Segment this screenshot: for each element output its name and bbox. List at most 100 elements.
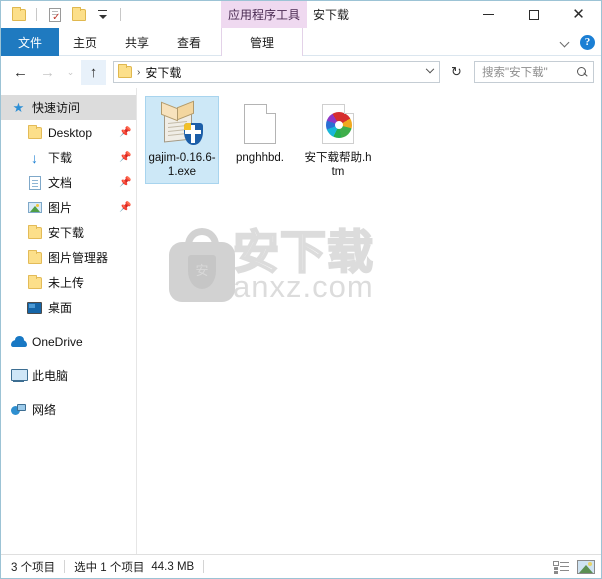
sidebar-item-label: 桌面 [48,301,73,315]
explorer-body: ★ 快速访问 Desktop 📌 ↓ 下载 📌 文档 📌 图片 📌 安下载 图片… [1,88,601,554]
sidebar-item-label: 未上传 [48,276,85,290]
sidebar-item-label: 此电脑 [32,369,69,383]
computer-icon [10,367,28,384]
tab-manage[interactable]: 管理 [221,28,303,56]
window-controls: ✕ [466,1,601,28]
sidebar-item-this-pc[interactable]: 此电脑 [1,363,136,388]
sidebar-group-gap-3 [1,388,136,397]
sidebar-item-label: 下载 [48,151,73,165]
file-name-label: gajim-0.16.6-1.exe [148,152,216,178]
window-title: 安下载 [313,8,350,22]
network-icon [10,401,27,418]
desktop-icon [26,299,43,316]
toolbar-separator [36,8,37,21]
breadcrumb[interactable]: › 安下载 [113,61,440,83]
file-name-label: pnghhbd. [236,152,284,164]
help-icon[interactable]: ? [580,34,595,50]
picture-icon [26,199,43,216]
tab-home[interactable]: 主页 [59,28,111,56]
expand-ribbon-chevron-down-icon[interactable] [561,38,570,47]
view-mode-buttons [553,559,595,574]
site-watermark: 安 安下载 anxz.com [165,206,429,322]
title-bar: 应用程序工具 安下载 ✕ [1,1,601,28]
status-separator [64,560,66,573]
recent-locations-chevron-down-icon[interactable]: ⌄ [62,60,79,85]
search-placeholder: 搜索"安下载" [482,67,548,79]
pin-icon[interactable]: 📌 [119,127,131,138]
sidebar-item-label: 文档 [48,176,73,190]
sidebar-item-onedrive[interactable]: OneDrive [1,329,136,354]
sidebar-item-label: 安下载 [48,226,85,240]
large-icons-view-icon[interactable] [577,559,595,574]
details-view-icon[interactable] [553,560,569,574]
file-item-html-doc[interactable]: 安下载帮助.htm [301,96,375,184]
sidebar-item-anxiazai[interactable]: 安下载 [1,220,136,245]
status-selection-count: 选中 1 个项目 [74,561,145,574]
navigation-pane: ★ 快速访问 Desktop 📌 ↓ 下载 📌 文档 📌 图片 📌 安下载 图片… [1,88,137,554]
sidebar-item-desktop-en[interactable]: Desktop 📌 [1,120,136,145]
back-arrow-icon[interactable]: ← [8,60,33,85]
watermark-logo-icon: 安 [165,224,239,304]
sidebar-item-picture-manager[interactable]: 图片管理器 [1,245,136,270]
sidebar-item-not-uploaded[interactable]: 未上传 [1,270,136,295]
tab-share[interactable]: 共享 [111,28,163,56]
sidebar-item-desktop-cn[interactable]: 桌面 [1,295,136,320]
installer-package-icon [157,100,207,148]
file-list-pane[interactable]: gajim-0.16.6-1.exe pnghhbd. 安下载帮助.htm 安 … [137,88,601,554]
quick-access-toolbar [1,5,124,24]
toolbar-separator-2 [120,8,121,21]
sidebar-item-label: Desktop [48,125,93,140]
folder-icon [26,274,43,291]
download-icon: ↓ [31,149,38,166]
folder-icon [26,224,43,241]
pin-icon[interactable]: 📌 [119,177,131,188]
new-folder-icon[interactable] [69,5,88,24]
close-button[interactable]: ✕ [556,1,601,28]
folder-icon[interactable] [9,5,28,24]
ribbon-actions: ? [561,28,595,56]
pin-icon[interactable]: 📌 [119,202,131,213]
search-icon [577,66,588,78]
contextual-tab-group-label: 应用程序工具 [221,1,308,28]
folder-icon [118,64,132,78]
document-icon [26,174,43,191]
up-arrow-icon[interactable]: ↑ [81,59,106,85]
ribbon-tab-bar: 文件 主页 共享 查看 管理 ? [1,28,601,56]
forward-arrow-icon[interactable]: → [35,60,60,85]
tab-file[interactable]: 文件 [1,28,60,56]
search-input[interactable]: 搜索"安下载" [474,61,594,83]
maximize-button[interactable] [511,1,556,28]
properties-icon[interactable] [45,5,64,24]
star-icon: ★ [12,99,25,115]
file-item-installer[interactable]: gajim-0.16.6-1.exe [145,96,219,184]
status-separator-2 [203,560,205,573]
sidebar-item-quick-access[interactable]: ★ 快速访问 [1,95,136,120]
pin-icon[interactable]: 📌 [119,152,131,163]
sidebar-item-documents[interactable]: 文档 📌 [1,170,136,195]
watermark-text: 安下载 anxz.com [232,225,429,304]
breadcrumb-current-folder: 安下载 [145,65,182,80]
status-item-count: 3 个项目 [11,561,56,574]
sidebar-item-label: 图片管理器 [48,251,109,265]
customize-chevron-down-icon[interactable] [93,5,112,24]
sidebar-item-label: 网络 [32,403,57,417]
minimize-button[interactable] [466,1,511,28]
sidebar-item-downloads[interactable]: ↓ 下载 📌 [1,145,136,170]
breadcrumb-separator: › [137,66,141,78]
file-name-label: 安下载帮助.htm [304,152,372,178]
folder-icon [26,124,43,141]
sidebar-item-network[interactable]: 网络 [1,397,136,422]
breadcrumb-chevron-down-icon[interactable] [421,64,439,75]
file-grid: gajim-0.16.6-1.exe pnghhbd. 安下载帮助.htm [137,88,601,184]
status-selection-size: 44.3 MB [151,560,195,573]
file-item-blank-doc[interactable]: pnghhbd. [223,96,297,184]
sidebar-item-pictures[interactable]: 图片 📌 [1,195,136,220]
tab-view[interactable]: 查看 [163,28,215,56]
sidebar-group-gap-2 [1,354,136,363]
blank-document-icon [235,100,285,148]
watermark-domain: anxz.com [233,269,374,304]
refresh-icon[interactable]: ↻ [446,61,467,83]
sidebar-item-label: 快速访问 [32,101,81,115]
file-explorer-window: 应用程序工具 安下载 ✕ 文件 主页 共享 查看 管理 ? ← → ⌄ ↑ › … [0,0,602,579]
